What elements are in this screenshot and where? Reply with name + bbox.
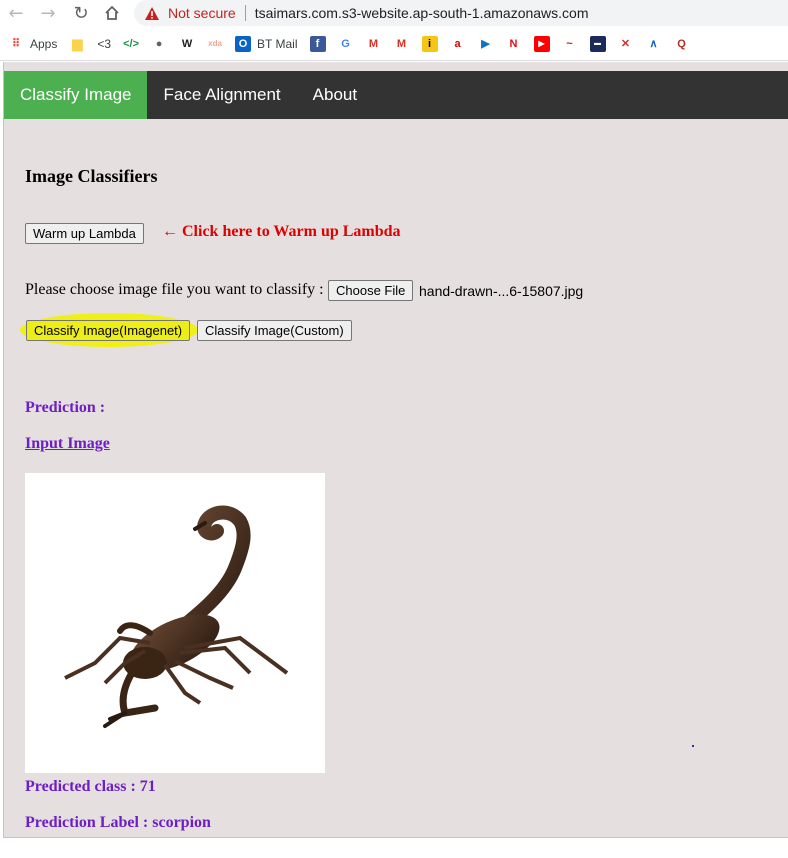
- forward-icon[interactable]: →: [37, 2, 59, 24]
- cross-icon: ✕: [620, 38, 631, 50]
- omnibox[interactable]: Not secure tsaimars.com.s3-website.ap-so…: [134, 0, 788, 26]
- afc-icon: ∧: [649, 38, 658, 50]
- bookmark-apps-grid-0[interactable]: ⠿ Apps: [8, 34, 57, 54]
- warning-icon[interactable]: [144, 5, 160, 21]
- bookmark-outlook-7[interactable]: O BT Mail: [235, 34, 298, 54]
- omnibox-divider: [244, 5, 246, 21]
- bookmark-imdb-12[interactable]: i: [421, 34, 438, 54]
- facebook-icon: f: [309, 35, 326, 52]
- bookmark-play-14[interactable]: ▶: [478, 34, 494, 54]
- gmail-icon: M: [396, 37, 407, 50]
- globe-icon: ●: [155, 37, 163, 50]
- top-navbar: Classify Image Face Alignment About: [4, 71, 788, 119]
- wikipedia-icon: W: [181, 37, 193, 50]
- page-viewport: Classify Image Face Alignment About Imag…: [3, 62, 788, 838]
- nav-classify-image[interactable]: Classify Image: [4, 71, 148, 119]
- page-title: Image Classifiers: [25, 166, 158, 186]
- bookmark-folder-1[interactable]: ▆: [69, 34, 85, 54]
- airtel-icon: a: [454, 37, 461, 50]
- bookmark-airtel-13[interactable]: a: [450, 34, 466, 54]
- google-icon: G: [341, 37, 350, 50]
- bookmark-label: <3: [97, 36, 112, 51]
- prediction-label-text: Prediction Label : scorpion: [25, 814, 211, 831]
- xda-icon: xda: [208, 39, 222, 48]
- bookmark-youtube-16[interactable]: ▶: [533, 34, 550, 54]
- bookmark-globe-4[interactable]: ●: [151, 34, 167, 54]
- bookmark-news-18[interactable]: ▬: [589, 34, 606, 54]
- folder-icon: ▆: [72, 35, 83, 51]
- gmail-icon: M: [368, 37, 379, 50]
- nav-about[interactable]: About: [297, 71, 373, 119]
- scorpion-image: [64, 505, 289, 728]
- not-secure-label[interactable]: Not secure: [168, 5, 236, 21]
- outlook-icon: O: [235, 35, 252, 52]
- play-icon: ▶: [481, 38, 490, 50]
- youtube-icon: ▶: [533, 35, 550, 52]
- home-icon[interactable]: [101, 2, 123, 24]
- bookmark-wikipedia-5[interactable]: W: [179, 34, 195, 54]
- bookmark-facebook-8[interactable]: f: [309, 34, 326, 54]
- swirl-icon: ~: [566, 37, 573, 50]
- back-icon[interactable]: ←: [5, 2, 27, 24]
- choose-file-button[interactable]: Choose File: [328, 280, 414, 301]
- bookmark-swirl-17[interactable]: ~: [562, 34, 578, 54]
- classify-custom-button[interactable]: Classify Image(Custom): [197, 320, 352, 341]
- news-icon: ▬: [589, 35, 606, 52]
- bookmark-label: BT Mail: [257, 36, 298, 51]
- bookmark-label: Apps: [30, 36, 58, 51]
- input-image-preview: [25, 473, 325, 773]
- bookmark-xda-6[interactable]: xda: [207, 34, 223, 54]
- code-icon: </>: [123, 37, 139, 50]
- reload-icon[interactable]: ↻: [70, 2, 92, 24]
- bookmark-cross-19[interactable]: ✕: [618, 34, 634, 54]
- selected-file-name: hand-drawn-...6-15807.jpg: [419, 283, 584, 299]
- bookmark-afc-20[interactable]: ∧: [646, 34, 662, 54]
- classify-imagenet-button[interactable]: Classify Image(Imagenet): [26, 320, 191, 341]
- bookmarks-bar: ⠿ Apps ▆ <3 </> ● Wxda O BT Mail f G M Mi a ▶ N ▶ ~ ▬ ✕ ∧ Q: [0, 27, 788, 61]
- warm-up-lambda-button[interactable]: Warm up Lambda: [25, 223, 144, 244]
- bookmark-quora-21[interactable]: Q: [674, 34, 690, 54]
- bookmark-google-9[interactable]: G: [338, 34, 354, 54]
- bookmark-netflix-15[interactable]: N: [506, 34, 522, 54]
- url-text[interactable]: tsaimars.com.s3-website.ap-south-1.amazo…: [255, 5, 589, 21]
- nav-face-alignment[interactable]: Face Alignment: [147, 71, 296, 119]
- apps-grid-icon: ⠿: [11, 38, 21, 50]
- stray-dot: [692, 745, 694, 747]
- prediction-heading: Prediction :: [25, 399, 106, 416]
- bookmark-code-3[interactable]: </>: [123, 34, 139, 54]
- warm-up-hint: ← Click here to Warm up Lambda: [162, 223, 401, 240]
- input-image-heading: Input Image: [25, 435, 110, 452]
- address-bar-row: ← → ↻ Not secure tsaimars.com.s3-website…: [0, 0, 788, 27]
- predicted-class-text: Predicted class : 71: [25, 778, 156, 795]
- choose-file-label: Please choose image file you want to cla…: [25, 281, 324, 298]
- quora-icon: Q: [677, 37, 686, 50]
- bookmark-text-2[interactable]: <3: [97, 34, 111, 54]
- imdb-icon: i: [421, 35, 438, 52]
- bookmark-gmail-10[interactable]: M: [366, 34, 382, 54]
- bookmark-gmail-11[interactable]: M: [394, 34, 410, 54]
- netflix-icon: N: [509, 37, 518, 50]
